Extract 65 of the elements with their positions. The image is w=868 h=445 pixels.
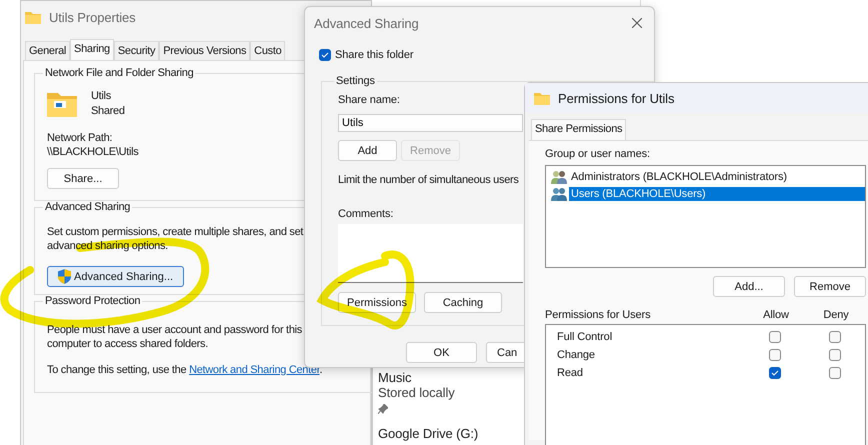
column-header: Deny [822,309,850,321]
checkbox-label: Share this folder [335,49,414,61]
explorer-text: Stored locally [378,385,456,400]
checkbox[interactable] [769,349,781,361]
checkbox[interactable] [769,367,781,379]
group-heading: Network File and Folder Sharing [44,67,194,79]
tab[interactable]: Security [114,41,160,60]
network-path: \\BLACKHOLE\Utils [47,145,138,159]
explorer-text: Google Drive (G:) [378,426,480,441]
checkbox[interactable] [319,49,331,61]
checkmark-icon [320,50,330,60]
permissions-label: Permissions for Users [545,309,652,321]
tab[interactable]: Custo [250,41,286,60]
users-icon [551,186,567,200]
tab[interactable]: Previous Versions [159,41,250,60]
explorer-text: Music [378,370,412,385]
tab[interactable]: General [25,41,70,60]
ok-button[interactable]: OK [406,342,477,363]
users-icon [551,170,567,184]
checkbox[interactable] [829,331,841,343]
checkbox[interactable] [829,349,841,361]
user-list-item[interactable]: Administrators (BLACKHOLE\Administrators) [569,170,789,184]
checkbox[interactable] [829,367,841,379]
description-text: Set custom permissions, create multiple shares, and set [47,225,304,239]
tab[interactable]: Share Permissions [531,119,626,140]
add-button[interactable]: Add [338,140,397,161]
folder-icon [534,92,550,104]
window-title: Utils Properties [49,10,136,24]
tab[interactable]: Sharing [70,39,114,60]
comments-label: Comments: [338,207,394,221]
path-label: Network Path: [47,131,112,145]
period-text: . [319,364,322,376]
share-name-field[interactable]: Utils [338,114,523,132]
checkbox[interactable] [769,331,781,343]
group-label: Group or user names: [545,147,650,161]
group-heading: Advanced Sharing [44,201,132,213]
group-heading: Settings [335,75,376,87]
folder-status: Shared [91,105,125,117]
folder-icon [25,10,41,24]
advanced-sharing-button[interactable]: Advanced Sharing... [47,266,184,287]
group-heading: Password Protection [44,295,142,307]
dialog-title: Permissions for Utils [558,90,674,106]
add-button[interactable]: Add... [713,276,785,297]
user-list-item[interactable]: Users (BLACKHOLE\Users) [569,186,865,200]
dialog-title: Advanced Sharing [314,16,419,30]
limit-users-text: Limit the number of simultaneous users [338,173,519,187]
permission-name: Change [557,349,596,361]
share-name-label: Share name: [338,93,400,107]
caching-button[interactable]: Caching [424,292,502,313]
share-button[interactable]: Share... [47,168,119,189]
close-icon[interactable] [632,18,642,28]
permission-name: Read [557,367,584,379]
shared-folder-icon [47,90,77,116]
description-text: computer to access shared folders. [47,337,208,351]
checkmark-icon [770,368,780,378]
comments-field[interactable] [338,224,523,283]
column-header: Allow [762,309,790,321]
permission-name: Full Control [557,331,614,343]
pin-icon [378,404,388,414]
shield-icon [58,269,71,284]
description-text: People must have a user account and password for this [47,323,302,337]
remove-button[interactable]: Remove [794,276,866,297]
folder-name: Utils [91,90,112,102]
cancel-button[interactable]: Can [486,342,524,363]
description-text: To change this setting, use the [47,364,188,376]
